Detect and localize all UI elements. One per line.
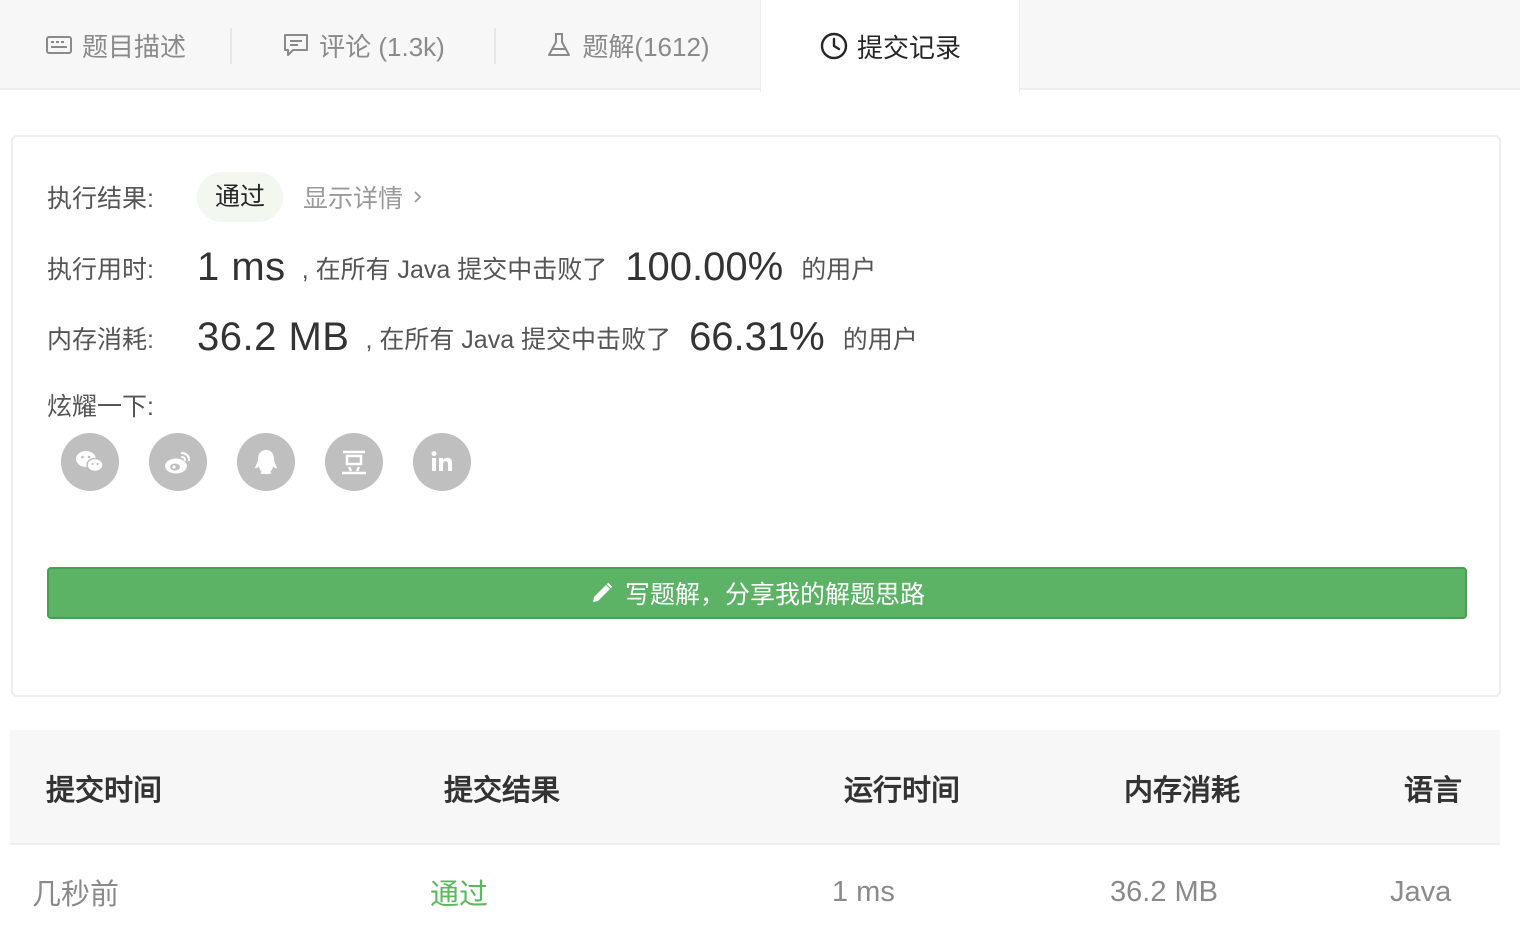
header-runtime: 运行时间 xyxy=(844,774,961,807)
memory-compare-text: , 在所有 Java 提交中击败了 xyxy=(365,325,672,354)
cell-submit-result[interactable]: 通过 xyxy=(430,847,488,928)
comment-icon xyxy=(284,34,309,56)
share-linkedin-button[interactable] xyxy=(413,433,471,491)
header-memory: 内存消耗 xyxy=(1124,774,1241,807)
weibo-icon xyxy=(165,451,191,474)
header-submit-time: 提交时间 xyxy=(46,774,163,807)
tab-label: 题目描述 xyxy=(81,31,186,62)
share-row: 炫耀一下: xyxy=(47,387,197,423)
result-card: 执行结果: 通过 显示详情 执行用时: 1 ms , 在所有 Java 提交中击… xyxy=(11,135,1501,697)
status-badge: 通过 xyxy=(197,172,284,222)
runtime-tail-text: 的用户 xyxy=(801,255,877,284)
share-douban-button[interactable] xyxy=(325,433,383,491)
tab-submissions[interactable]: 提交记录 xyxy=(760,0,1020,92)
tab-description[interactable]: 题目描述 xyxy=(0,0,230,90)
tab-label: 评论 (1.3k) xyxy=(319,31,445,62)
share-buttons xyxy=(61,433,471,491)
linkedin-icon xyxy=(431,451,452,471)
memory-tail-text: 的用户 xyxy=(842,325,918,354)
cell-memory: 36.2 MB xyxy=(1110,875,1218,908)
tab-label: 提交记录 xyxy=(856,32,961,63)
show-detail-text: 显示详情 xyxy=(303,185,404,213)
tab-label: 题解(1612) xyxy=(582,31,710,62)
write-solution-label: 写题解，分享我的解题思路 xyxy=(624,581,925,609)
share-qq-button[interactable] xyxy=(237,433,295,491)
header-submit-result: 提交结果 xyxy=(444,774,561,807)
cell-language: Java xyxy=(1390,875,1452,908)
runtime-compare-text: , 在所有 Java 提交中击败了 xyxy=(301,255,608,284)
description-icon xyxy=(45,36,72,54)
flask-icon xyxy=(548,33,571,56)
cell-submit-time: 几秒前 xyxy=(32,879,120,911)
runtime-label: 执行用时: xyxy=(47,255,154,284)
share-weibo-button[interactable] xyxy=(149,433,207,491)
tab-bar: 题目描述 评论 (1.3k) 题解(1612) 提交记录 xyxy=(0,0,1520,92)
runtime-row: 执行用时: 1 ms , 在所有 Java 提交中击败了 100.00% 的用户 xyxy=(47,245,876,290)
memory-value: 36.2 MB xyxy=(197,315,350,359)
douban-icon xyxy=(342,450,366,475)
header-language: 语言 xyxy=(1404,774,1463,807)
share-wechat-button[interactable] xyxy=(61,433,119,491)
show-detail-link[interactable]: 显示详情 xyxy=(303,179,425,215)
memory-percentile: 66.31% xyxy=(689,315,825,359)
chevron-right-icon xyxy=(414,191,422,203)
tab-solutions[interactable]: 题解(1612) xyxy=(496,0,758,90)
share-label: 炫耀一下: xyxy=(47,393,154,421)
runtime-value: 1 ms xyxy=(197,245,286,289)
memory-label: 内存消耗: xyxy=(47,325,154,354)
memory-row: 内存消耗: 36.2 MB , 在所有 Java 提交中击败了 66.31% 的… xyxy=(47,315,918,360)
status-row: 执行结果: 通过 显示详情 xyxy=(47,172,425,222)
submissions-table-header: 提交时间 提交结果 运行时间 内存消耗 语言 xyxy=(10,730,1500,845)
runtime-percentile: 100.00% xyxy=(625,245,784,289)
pencil-icon xyxy=(592,582,613,602)
qq-icon xyxy=(255,450,277,474)
wechat-icon xyxy=(76,451,104,473)
status-label: 执行结果: xyxy=(47,185,154,213)
tab-comments[interactable]: 评论 (1.3k) xyxy=(232,0,494,90)
table-row[interactable]: 几秒前 通过 1 ms 36.2 MB Java xyxy=(10,847,1500,928)
cell-runtime: 1 ms xyxy=(832,875,895,908)
write-solution-button[interactable]: 写题解，分享我的解题思路 xyxy=(47,567,1467,619)
clock-icon xyxy=(820,32,848,60)
